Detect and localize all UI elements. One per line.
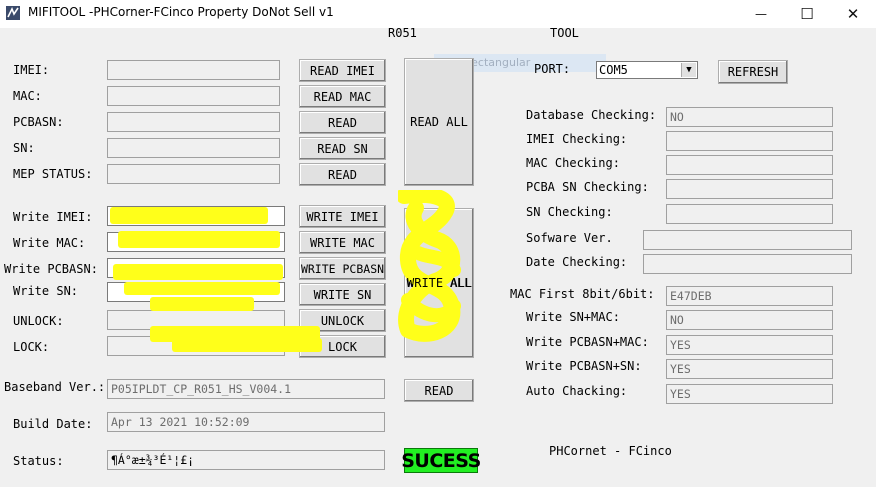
refresh-button[interactable]: REFRESH [718,60,788,84]
write-pcbasn-sn-label: Write PCBASN+SN: [526,359,642,373]
redaction-highlight [150,297,254,311]
maximize-button[interactable]: ☐ [784,0,830,28]
status-badge: SUCESS [401,448,481,473]
mac-checking-field[interactable] [666,155,833,175]
write-pcbasn-label: Write PCBASN: [4,262,98,276]
read-all-button[interactable]: READ ALL [404,58,474,186]
read-mac-button[interactable]: READ MAC [299,85,386,108]
redaction-highlight [113,264,283,280]
mac-checking-label: MAC Checking: [526,156,620,170]
port-selected-value: COM5 [599,63,628,77]
close-button[interactable]: ✕ [830,0,876,28]
read-sn-button[interactable]: READ SN [299,137,386,160]
pcba-sn-checking-label: PCBA SN Checking: [526,180,649,194]
write-sn-mac-field[interactable]: NO [666,310,833,330]
write-pcbasn-mac-field[interactable]: YES [666,335,833,355]
mac-first-bits-field[interactable]: E47DEB [666,286,833,306]
unlock-label: UNLOCK: [13,314,64,328]
read-mep-button[interactable]: READ [299,163,386,186]
software-ver-field[interactable] [643,230,852,250]
date-checking-label: Date Checking: [526,255,628,269]
redaction-highlight [110,207,268,224]
write-mac-label: Write MAC: [13,236,86,250]
sn-checking-label: SN Checking: [526,205,613,219]
pcbasn-label: PCBASN: [13,115,64,129]
software-ver-label: Sofware Ver. [526,231,613,245]
close-icon: ✕ [846,5,860,23]
baseband-label: Baseband Ver.: [4,380,106,394]
write-sn-label: Write SN: [13,284,79,298]
redaction-highlight [124,282,280,295]
mep-status-label: MEP STATUS: [13,167,93,181]
chevron-down-icon[interactable]: ▼ [681,63,696,77]
redaction-highlight [118,231,280,248]
write-all-label-overlay: WRITE ALL [407,276,473,290]
imei-label: IMEI: [13,63,50,77]
status-label: Status: [13,454,64,468]
imei-field[interactable] [107,60,280,80]
imei-checking-label: IMEI Checking: [526,132,628,146]
sn-field[interactable] [107,138,280,158]
read-baseband-button[interactable]: READ [404,379,474,402]
auto-checking-field[interactable]: YES [666,384,833,404]
footer-credit: PHCornet - FCinco [549,444,672,458]
imei-checking-field[interactable] [666,131,833,151]
lock-label: LOCK: [13,340,50,354]
write-pcbasn-mac-label: Write PCBASN+MAC: [526,335,649,349]
write-imei-button[interactable]: WRITE IMEI [299,205,386,228]
mac-first-bits-label: MAC First 8bit/6bit: [510,287,655,301]
tool-label: TOOL [550,26,579,40]
baseband-field[interactable]: P05IPLDT_CP_R051_HS_V004.1 [107,379,385,399]
mep-status-field[interactable] [107,164,280,184]
build-date-label: Build Date: [13,417,93,431]
write-sn-mac-label: Write SN+MAC: [526,310,620,324]
pcbasn-field[interactable] [107,112,280,132]
redaction-highlight [172,338,322,352]
write-imei-label: Write IMEI: [13,210,93,224]
window-title: MIFITOOL -PHCorner-FCinco Property DoNot… [28,5,334,19]
build-date-field[interactable]: Apr 13 2021 10:52:09 [107,412,385,432]
port-label: PORT: [534,62,571,76]
database-checking-label: Database Checking: [526,108,657,122]
date-checking-field[interactable] [643,254,852,274]
write-mac-button[interactable]: WRITE MAC [299,231,386,254]
minimize-button[interactable]: — [738,0,784,28]
port-select[interactable]: COM5 ▼ [596,61,698,79]
mac-label: MAC: [13,89,42,103]
read-pcbasn-button[interactable]: READ [299,111,386,134]
status-field[interactable]: ¶Á°æ±¾³É¹¦£¡ [107,450,385,470]
write-pcbasn-button[interactable]: WRITE PCBASN [299,257,386,280]
app-icon [6,6,20,20]
minimize-icon: — [755,7,767,21]
model-label: R051 [388,26,417,40]
auto-checking-label: Auto Chacking: [526,384,628,398]
sn-checking-field[interactable] [666,204,833,224]
sn-label: SN: [13,141,35,155]
maximize-icon: ☐ [800,5,814,23]
pcba-sn-checking-field[interactable] [666,179,833,199]
title-bar[interactable]: MIFITOOL -PHCorner-FCinco Property DoNot… [0,0,876,28]
write-sn-button[interactable]: WRITE SN [299,283,386,306]
mac-field[interactable] [107,86,280,106]
database-checking-field[interactable]: NO [666,107,833,127]
write-pcbasn-sn-field[interactable]: YES [666,359,833,379]
scribble-highlight [398,190,461,342]
read-imei-button[interactable]: READ IMEI [299,59,386,82]
